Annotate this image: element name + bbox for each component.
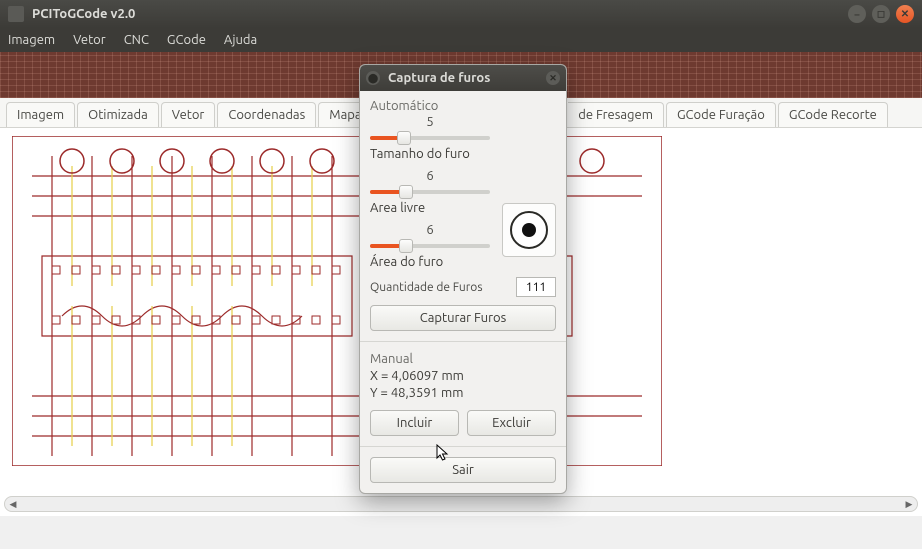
menubar: Imagem Vetor CNC GCode Ajuda [0,28,922,52]
qty-input[interactable] [516,277,556,297]
menu-cnc[interactable]: CNC [124,33,149,47]
dialog-body: Automático 5 Tamanho do furo 6 Area livr… [360,91,566,493]
maximize-button[interactable]: ◻ [872,5,890,23]
slider-1-value: 5 [370,115,490,129]
divider-2 [360,446,566,447]
dialog-titlebar[interactable]: ⬤ Captura de furos ✕ [360,65,566,91]
manual-x-line: X = 4,06097 mm [370,369,556,383]
qty-label: Quantidade de Furos [370,281,483,294]
slider-1: 5 Tamanho do furo [370,115,490,161]
manual-section-label: Manual [370,352,556,366]
tab-coordenadas[interactable]: Coordenadas [217,102,316,127]
tab-otimizada[interactable]: Otimizada [77,102,159,127]
menu-gcode[interactable]: GCode [167,33,206,47]
hole-preview-dot-icon [522,223,536,237]
app-icon [8,6,24,22]
tab-fresagem-partial[interactable]: de Fresagem [568,102,664,127]
tab-gcode-recorte[interactable]: GCode Recorte [778,102,888,127]
exit-button[interactable]: Sair [370,457,556,483]
tab-vetor[interactable]: Vetor [161,102,216,127]
menu-ajuda[interactable]: Ajuda [224,33,257,47]
tab-gcode-furacao[interactable]: GCode Furação [666,102,776,127]
tab-imagem[interactable]: Imagem [6,102,75,127]
include-button[interactable]: Incluir [370,410,459,436]
window-title: PCIToGCode v2.0 [32,7,848,21]
slider-3-label: Área do furo [370,255,490,269]
scroll-right-icon[interactable]: ▶ [903,498,915,510]
titlebar: PCIToGCode v2.0 – ◻ ✕ [0,0,922,28]
scroll-track[interactable] [19,497,903,511]
dialog-title: Captura de furos [388,71,546,85]
slider-3: 6 Área do furo [370,223,490,269]
include-exclude-row: Incluir Excluir [370,410,556,436]
manual-y-line: Y = 48,3591 mm [370,386,556,400]
dialog-icon: ⬤ [366,71,380,85]
slider-1-thumb[interactable] [397,131,411,145]
menu-vetor[interactable]: Vetor [73,33,106,47]
window-buttons: – ◻ ✕ [848,5,914,23]
slider-1-track[interactable] [370,131,490,145]
capture-button[interactable]: Capturar Furos [370,305,556,331]
slider-3-track[interactable] [370,239,490,253]
close-button[interactable]: ✕ [896,5,914,23]
tab-mapa-partial[interactable]: Mapa [318,102,360,127]
slider-2-thumb[interactable] [399,185,413,199]
qty-row: Quantidade de Furos [370,277,556,297]
exclude-button[interactable]: Excluir [467,410,556,436]
menu-imagem[interactable]: Imagem [8,33,55,47]
capture-holes-dialog: ⬤ Captura de furos ✕ Automático 5 Tamanh… [359,64,567,494]
slider-3-value: 6 [370,223,490,237]
hole-preview-box [502,203,556,257]
slider-3-thumb[interactable] [399,239,413,253]
slider-2-label: Area livre [370,201,490,215]
minimize-button[interactable]: – [848,5,866,23]
slider-2-track[interactable] [370,185,490,199]
slider-1-label: Tamanho do furo [370,147,490,161]
divider [360,341,566,342]
dialog-close-button[interactable]: ✕ [546,71,560,85]
horizontal-scrollbar[interactable]: ◀ ▶ [4,496,918,512]
slider-2-value: 6 [370,169,490,183]
scroll-left-icon[interactable]: ◀ [7,498,19,510]
auto-section-label: Automático [370,99,556,113]
slider-2: 6 Area livre [370,169,490,215]
hole-preview-ring-icon [510,211,548,249]
